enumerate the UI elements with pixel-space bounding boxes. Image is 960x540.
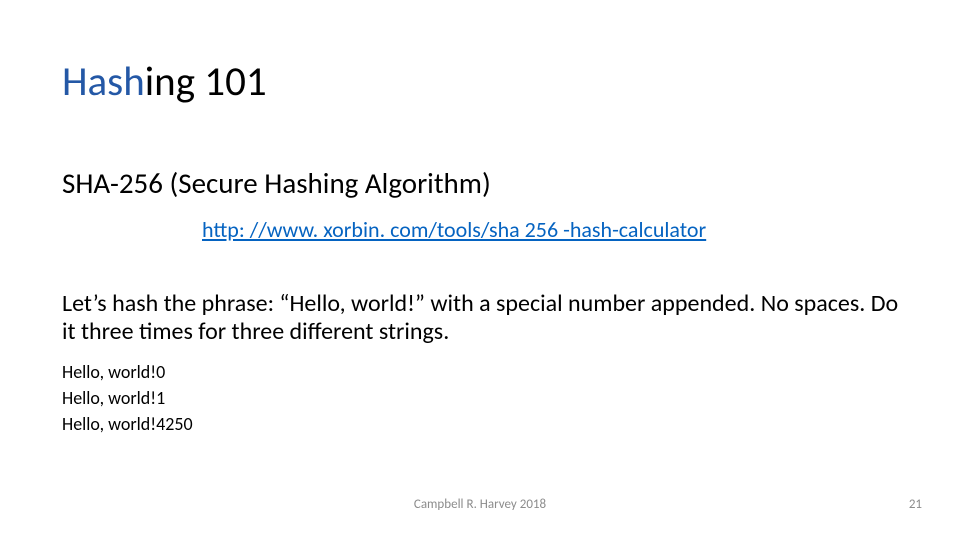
body-paragraph: Let’s hash the phrase: “Hello, world!” w… — [62, 290, 905, 347]
example-line: Hello, world!0 — [62, 359, 193, 385]
slide-title: Hashing 101 — [62, 60, 267, 105]
calculator-link[interactable]: http: //www. xorbin. com/tools/sha 256 -… — [202, 216, 706, 243]
footer-author: Campbell R. Harvey 2018 — [0, 497, 960, 512]
examples-list: Hello, world!0 Hello, world!1 Hello, wor… — [62, 359, 193, 437]
footer-page-number: 21 — [909, 497, 922, 512]
title-accent: Hash — [62, 57, 145, 107]
slide: Hashing 101 SHA-256 (Secure Hashing Algo… — [0, 0, 960, 540]
title-rest: ing 101 — [145, 57, 267, 107]
example-line: Hello, world!1 — [62, 385, 193, 411]
slide-subtitle: SHA-256 (Secure Hashing Algorithm) — [62, 165, 491, 201]
example-line: Hello, world!4250 — [62, 411, 193, 437]
link-line: http: //www. xorbin. com/tools/sha 256 -… — [202, 216, 706, 243]
